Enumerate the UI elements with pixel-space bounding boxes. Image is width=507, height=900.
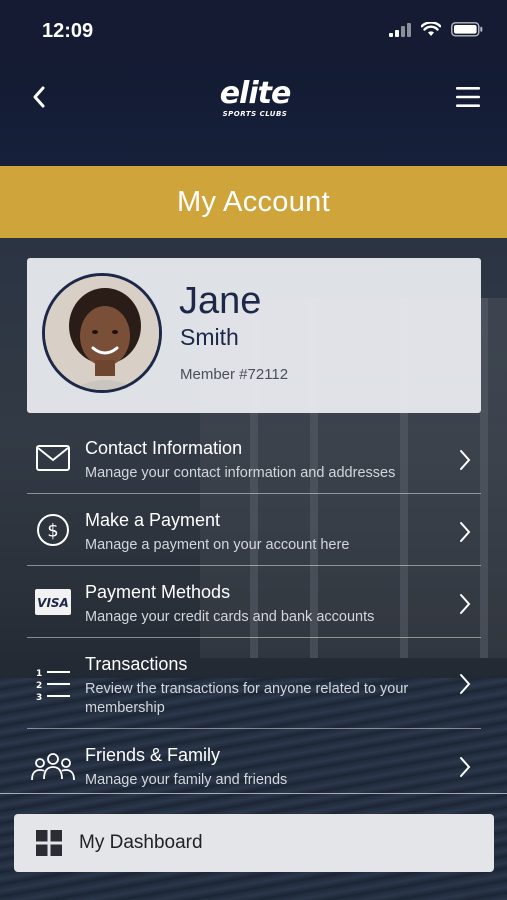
menu-item-description: Manage a payment on your account here	[85, 537, 350, 553]
chevron-right-icon	[457, 592, 473, 616]
elite-logo: elite SPORTS CLUBS	[200, 74, 310, 140]
profile-last-name: Smith	[180, 324, 239, 350]
menu-item-title: Make a Payment	[85, 510, 221, 530]
avatar-photo	[45, 276, 159, 390]
menu-item-title: Friends & Family	[85, 745, 221, 765]
svg-text:3: 3	[36, 693, 42, 701]
my-dashboard-button[interactable]: My Dashboard	[14, 814, 494, 872]
menu-item-title: Payment Methods	[85, 582, 231, 602]
nav-bar: elite SPORTS CLUBS	[0, 64, 507, 166]
menu-item-title: Contact Information	[85, 438, 243, 458]
menu-item-payment-methods[interactable]: VISA Payment Methods Manage your credit …	[27, 566, 481, 638]
visa-card-icon: VISA	[31, 582, 75, 622]
status-icons	[389, 22, 483, 37]
profile-first-name: Jane	[179, 280, 262, 322]
account-menu: Contact Information Manage your contact …	[27, 422, 481, 801]
menu-item-description: Manage your family and friends	[85, 772, 288, 788]
menu-item-make-a-payment[interactable]: $ Make a Payment Manage a payment on you…	[27, 494, 481, 566]
envelope-icon	[31, 438, 75, 478]
menu-item-transactions[interactable]: 1 2 3 Transactions Review the transactio…	[27, 638, 481, 729]
menu-item-description: Manage your credit cards and bank accoun…	[85, 609, 375, 625]
menu-item-title: Transactions	[85, 654, 188, 674]
people-group-icon	[31, 747, 75, 787]
battery-icon	[451, 22, 483, 37]
dollar-circle-icon: $	[31, 510, 75, 550]
divider	[0, 793, 507, 794]
menu-item-friends-family[interactable]: Friends & Family Manage your family and …	[27, 729, 481, 801]
logo-sub-text: SPORTS CLUBS	[222, 110, 288, 118]
chevron-right-icon	[457, 448, 473, 472]
chevron-right-icon	[457, 520, 473, 544]
wifi-icon	[421, 22, 441, 36]
svg-text:$: $	[47, 521, 58, 542]
member-number: Member #72112	[180, 366, 289, 383]
grid-icon	[36, 830, 62, 856]
numbered-list-icon: 1 2 3	[31, 664, 75, 704]
logo-main-text: elite	[219, 76, 292, 111]
back-button[interactable]	[22, 78, 56, 116]
status-bar: 12:09	[0, 0, 507, 64]
svg-text:2: 2	[36, 681, 42, 691]
page-title: My Account	[177, 185, 330, 218]
page-title-bar: My Account	[0, 166, 507, 238]
signal-icon	[389, 22, 411, 37]
my-dashboard-label: My Dashboard	[79, 832, 203, 853]
hamburger-menu-icon	[456, 87, 480, 107]
menu-item-contact-information[interactable]: Contact Information Manage your contact …	[27, 422, 481, 494]
svg-text:VISA: VISA	[37, 596, 69, 610]
menu-item-description: Review the transactions for anyone relat…	[85, 681, 409, 716]
menu-button[interactable]	[451, 78, 485, 116]
status-time: 12:09	[42, 20, 94, 42]
profile-card: Jane Smith Member #72112	[27, 258, 481, 413]
chevron-right-icon	[457, 672, 473, 696]
chevron-left-icon	[33, 86, 45, 108]
menu-item-description: Manage your contact information and addr…	[85, 465, 396, 481]
chevron-right-icon	[457, 755, 473, 779]
svg-text:1: 1	[36, 669, 42, 679]
background-column	[480, 298, 488, 658]
avatar[interactable]	[42, 273, 162, 393]
